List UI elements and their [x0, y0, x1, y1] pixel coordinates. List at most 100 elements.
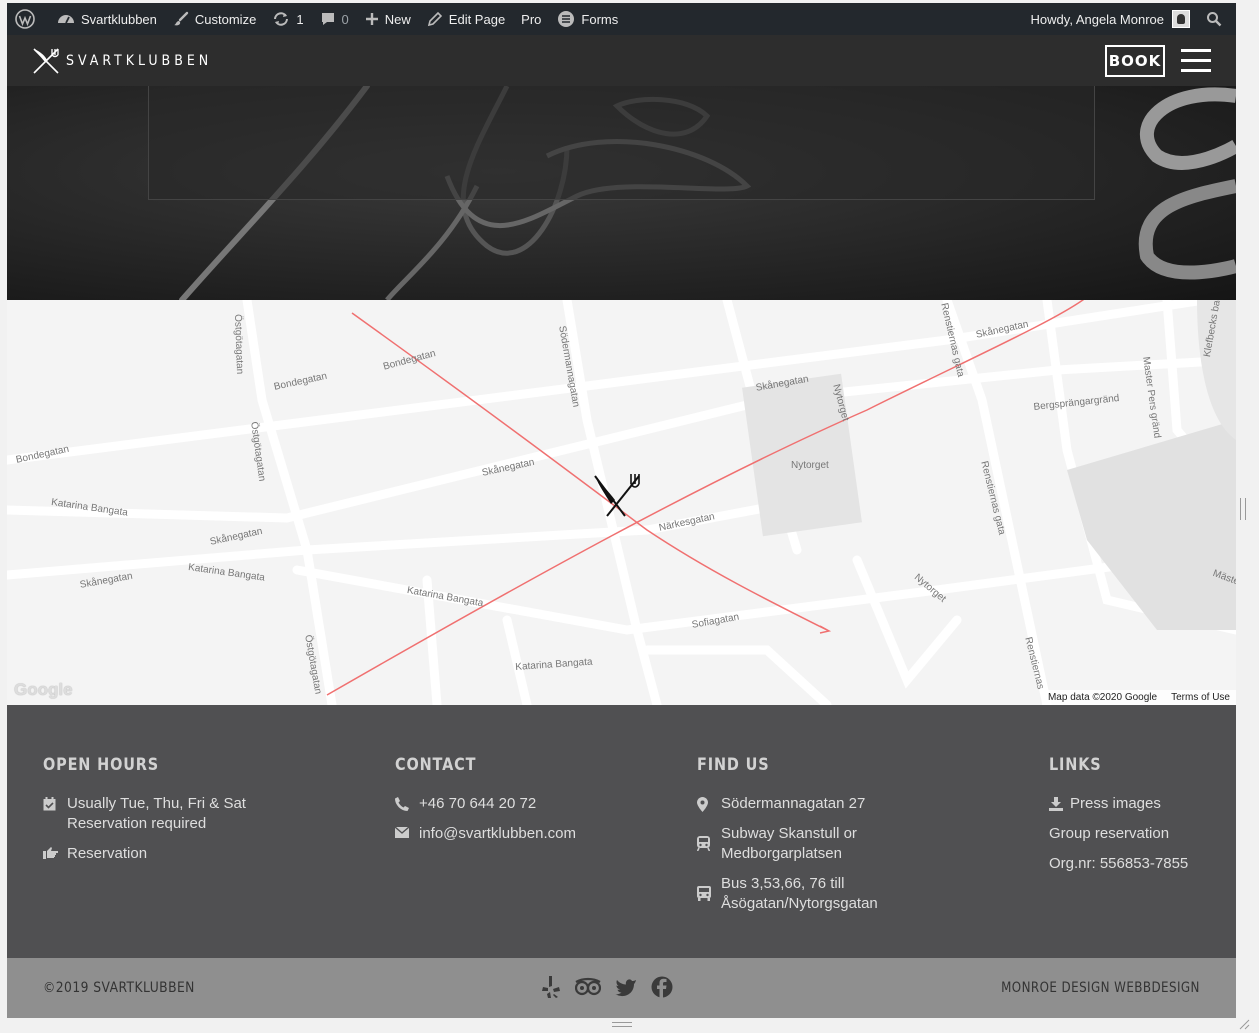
- find-us-column: FIND US Södermannagatan 27 Subway Skanst…: [697, 755, 997, 924]
- phone-icon: [395, 797, 409, 811]
- paintbrush-icon: [173, 11, 189, 26]
- bus-line-1: Bus 3,53,66, 76 till: [721, 875, 845, 892]
- reservation-label: Reservation: [67, 845, 148, 862]
- subway-line-1: Subway Skanstull or: [721, 825, 857, 842]
- pencil-icon: [427, 11, 442, 27]
- terms-of-use-link[interactable]: Terms of Use: [1171, 692, 1230, 703]
- bus-line-2: Åsögatan/Nytorgsgatan: [721, 895, 878, 912]
- howdy-text: Howdy, Angela Monroe: [1030, 11, 1164, 27]
- open-hours-title: OPEN HOURS: [43, 755, 160, 775]
- crossed-knife-fork-icon: [33, 48, 59, 74]
- twitter-icon[interactable]: [615, 976, 637, 998]
- wp-admin-bar: Svartklubben Customize 1 0 New Edit Page…: [7, 3, 1236, 35]
- edit-page-label: Edit Page: [448, 11, 506, 27]
- dashboard-icon: [58, 15, 74, 24]
- edit-page-link[interactable]: Edit Page: [419, 3, 513, 35]
- map-pin-icon: [697, 797, 708, 812]
- footer-bottom-bar: ©2019 SVARTKLUBBEN MONROE DESIGN WEBBDES…: [7, 958, 1236, 1018]
- new-label: New: [384, 11, 411, 27]
- google-map[interactable]: Östgötagatan Bondegatan Bondegatan Söderman…: [7, 300, 1236, 705]
- pro-label: Pro: [521, 11, 542, 27]
- plus-icon: [365, 13, 378, 25]
- address-item: Södermannagatan 27: [697, 794, 997, 814]
- site-footer: OPEN HOURS Usually Tue, Thu, Fri & Sat R…: [7, 705, 1236, 958]
- new-content-menu[interactable]: New: [357, 3, 419, 35]
- subway-icon: [697, 836, 710, 851]
- updates-count: 1: [296, 11, 304, 27]
- bus-icon: [697, 886, 711, 901]
- account-menu[interactable]: Howdy, Angela Monroe: [1023, 3, 1198, 35]
- search-icon: [1207, 12, 1222, 27]
- hand-pointing-icon: [43, 847, 58, 859]
- links-title: LINKS: [1049, 755, 1102, 775]
- google-logo: Google: [14, 680, 73, 699]
- open-days-text: Usually Tue, Thu, Fri & Sat: [67, 795, 246, 812]
- org-number-text: Org.nr: 556853-7855: [1049, 855, 1189, 872]
- scrollbar-grip[interactable]: [1240, 498, 1246, 520]
- group-reservation-label: Group reservation: [1049, 825, 1170, 842]
- window-resize-handle[interactable]: [1238, 1018, 1250, 1030]
- site-name-menu[interactable]: Svartklubben: [49, 3, 165, 35]
- press-images-label: Press images: [1070, 795, 1161, 812]
- comment-icon: [321, 13, 334, 25]
- group-reservation-link[interactable]: Group reservation: [1049, 824, 1229, 844]
- resize-grip[interactable]: [612, 1022, 632, 1027]
- envelope-icon: [395, 827, 409, 838]
- map-attribution: Map data ©2020 Google Terms of Use: [1041, 690, 1236, 705]
- map-overlay-lines: [326, 300, 1085, 696]
- press-images-link[interactable]: Press images: [1049, 794, 1229, 814]
- email-link[interactable]: info@svartklubben.com: [395, 824, 675, 844]
- forms-menu[interactable]: Forms: [549, 3, 626, 35]
- customize-link[interactable]: Customize: [165, 3, 264, 35]
- site-logo[interactable]: SVARTKLUBBEN: [32, 48, 212, 74]
- forms-icon: [558, 11, 575, 27]
- calendar-check-icon: [43, 797, 56, 811]
- download-icon: [1049, 797, 1063, 811]
- street-label: Östgötagatan: [232, 314, 246, 375]
- open-hours-column: OPEN HOURS Usually Tue, Thu, Fri & Sat R…: [43, 755, 363, 874]
- comments-link[interactable]: 0: [312, 3, 357, 35]
- phone-link[interactable]: +46 70 644 20 72: [395, 794, 675, 814]
- tripadvisor-icon[interactable]: [575, 976, 601, 998]
- bus-item: Bus 3,53,66, 76 till Åsögatan/Nytorgsgat…: [697, 874, 997, 914]
- links-column: LINKS Press images Group reservation Org…: [1049, 755, 1229, 884]
- logo-text: SVARTKLUBBEN: [66, 53, 213, 69]
- address-text: Södermannagatan 27: [721, 795, 866, 812]
- customize-label: Customize: [194, 11, 257, 27]
- designer-credit-link[interactable]: MONROE DESIGN WEBBDESIGN: [1001, 980, 1200, 996]
- updates-link[interactable]: 1: [264, 3, 311, 35]
- facebook-icon[interactable]: [651, 976, 673, 998]
- social-links: [541, 976, 673, 998]
- yelp-icon[interactable]: [541, 976, 561, 998]
- find-us-title: FIND US: [697, 755, 770, 775]
- copyright-text: ©2019 SVARTKLUBBEN: [43, 980, 195, 996]
- wordpress-icon: [15, 9, 35, 29]
- street-label: Nytorget: [791, 460, 829, 471]
- wordpress-logo-menu[interactable]: [7, 3, 49, 35]
- reservation-link[interactable]: Reservation: [43, 844, 363, 864]
- hero-content-panel: [148, 86, 1095, 200]
- user-avatar: [1172, 10, 1190, 28]
- phone-number: +46 70 644 20 72: [419, 795, 537, 812]
- site-header: SVARTKLUBBEN BOOK: [7, 35, 1236, 86]
- contact-title: CONTACT: [395, 755, 477, 775]
- org-number: Org.nr: 556853-7855: [1049, 854, 1229, 874]
- refresh-icon: [274, 12, 289, 26]
- map-data-text: Map data ©2020 Google: [1047, 692, 1158, 703]
- subway-item: Subway Skanstull or Medborgarplatsen: [697, 824, 997, 864]
- pro-menu[interactable]: Pro: [513, 3, 549, 35]
- forms-label: Forms: [581, 11, 619, 27]
- admin-search[interactable]: [1198, 3, 1236, 35]
- site-name: Svartklubben: [81, 11, 157, 27]
- comments-count: 0: [341, 11, 349, 27]
- contact-column: CONTACT +46 70 644 20 72 info@svartklubb…: [395, 755, 675, 854]
- reservation-required-text: Reservation required: [67, 815, 207, 832]
- book-button[interactable]: BOOK: [1105, 45, 1165, 77]
- hamburger-menu-icon[interactable]: [1181, 49, 1211, 73]
- email-address: info@svartklubben.com: [419, 825, 576, 842]
- open-days-item: Usually Tue, Thu, Fri & Sat Reservation …: [43, 794, 363, 834]
- browser-viewport: Svartklubben Customize 1 0 New Edit Page…: [7, 3, 1236, 1018]
- hero-background: [7, 86, 1236, 300]
- subway-line-2: Medborgarplatsen: [721, 845, 842, 862]
- restaurant-map-marker-icon[interactable]: [587, 472, 647, 520]
